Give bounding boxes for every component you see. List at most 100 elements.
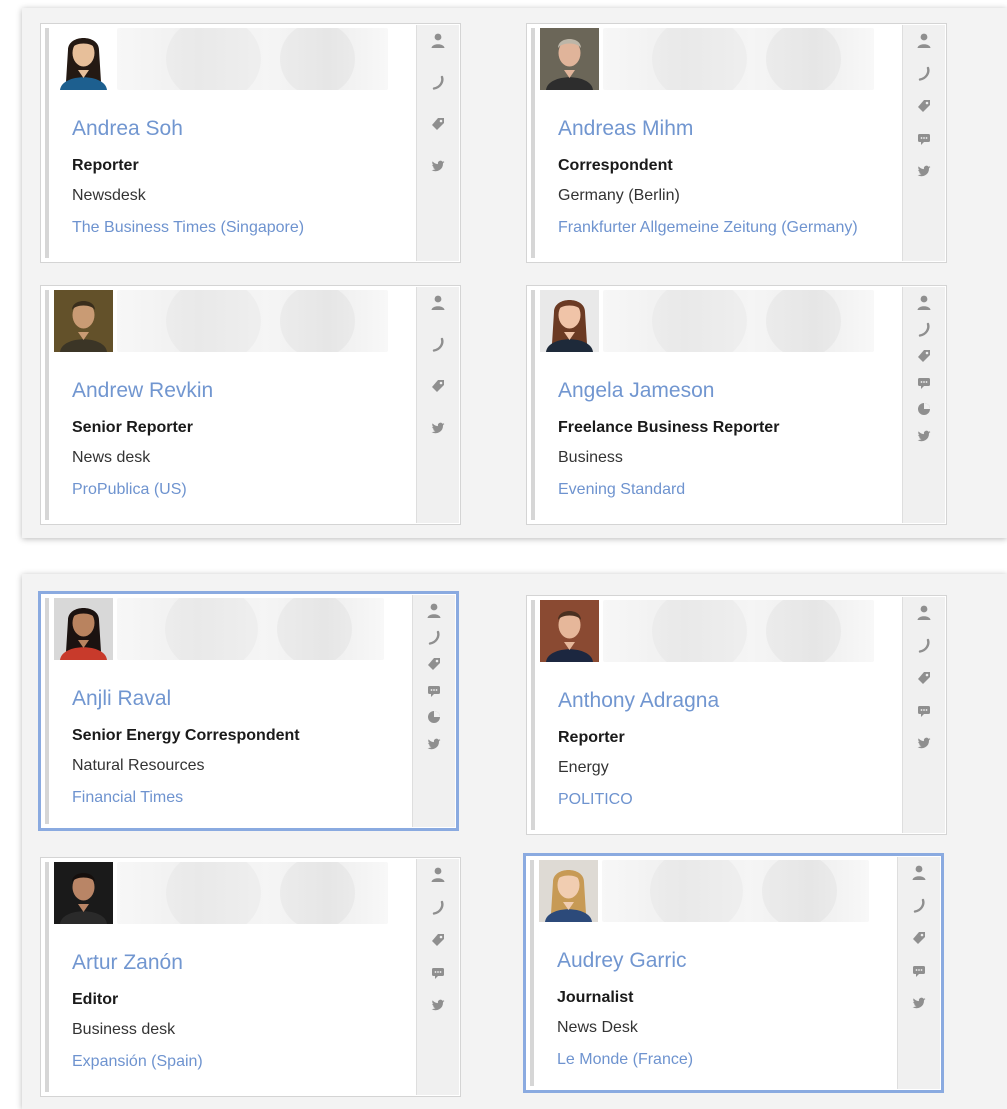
contact-card[interactable]: Andrew Revkin Senior Reporter News desk … — [40, 285, 461, 525]
contact-department: Newsdesk — [72, 187, 146, 204]
phone-icon[interactable] — [914, 64, 934, 84]
contact-department: News desk — [72, 449, 151, 466]
tag-icon[interactable] — [424, 654, 444, 674]
twitter-icon[interactable] — [424, 734, 444, 754]
chat-icon[interactable] — [914, 701, 934, 721]
twitter-icon[interactable] — [428, 995, 448, 1015]
action-rail — [416, 859, 459, 1095]
action-rail — [902, 25, 945, 261]
contact-outlet-link[interactable]: Frankfurter Allgemeine Zeitung (Germany) — [558, 219, 858, 237]
phone-icon[interactable] — [914, 320, 934, 340]
contact-role: Senior Reporter — [72, 419, 193, 436]
contact-card[interactable]: Angela Jameson Freelance Business Report… — [526, 285, 947, 525]
chat-icon[interactable] — [914, 129, 934, 149]
contact-department: Energy — [558, 759, 609, 776]
avatar[interactable] — [54, 598, 113, 660]
cover-image — [603, 28, 874, 90]
contact-outlet-link[interactable]: The Business Times (Singapore) — [72, 219, 304, 237]
action-rail — [412, 595, 455, 827]
person-icon[interactable] — [909, 863, 929, 883]
contact-role: Editor — [72, 991, 119, 1008]
twitter-icon[interactable] — [914, 426, 934, 446]
cover-image — [602, 860, 869, 922]
tag-icon[interactable] — [914, 96, 934, 116]
person-icon[interactable] — [424, 601, 444, 621]
tag-icon[interactable] — [914, 668, 934, 688]
cover-image — [603, 290, 874, 352]
contact-name-link[interactable]: Anjli Raval — [72, 687, 171, 711]
card-accent-bar — [531, 28, 535, 258]
contact-department: Germany (Berlin) — [558, 187, 680, 204]
avatar[interactable] — [540, 600, 599, 662]
cover-image — [117, 598, 384, 660]
contact-name-link[interactable]: Angela Jameson — [558, 379, 714, 403]
cover-image — [117, 862, 388, 924]
contact-card[interactable]: Audrey Garric Journalist News Desk Le Mo… — [523, 853, 944, 1093]
phone-icon[interactable] — [428, 335, 448, 355]
contact-name-link[interactable]: Anthony Adragna — [558, 689, 719, 713]
contact-role: Senior Energy Correspondent — [72, 727, 300, 744]
action-rail — [897, 857, 940, 1089]
contact-name-link[interactable]: Andrea Soh — [72, 117, 183, 141]
person-icon[interactable] — [428, 293, 448, 313]
twitter-icon[interactable] — [428, 156, 448, 176]
avatar[interactable] — [54, 290, 113, 352]
twitter-icon[interactable] — [914, 161, 934, 181]
twitter-icon[interactable] — [914, 733, 934, 753]
chat-icon[interactable] — [909, 961, 929, 981]
card-accent-bar — [530, 860, 534, 1086]
chat-icon[interactable] — [424, 681, 444, 701]
contact-department: Natural Resources — [72, 757, 205, 774]
avatar[interactable] — [54, 28, 113, 90]
person-icon[interactable] — [914, 603, 934, 623]
twitter-icon[interactable] — [428, 418, 448, 438]
chat-icon[interactable] — [428, 963, 448, 983]
tag-icon[interactable] — [428, 114, 448, 134]
card-accent-bar — [531, 600, 535, 830]
contact-card[interactable]: Artur Zanón Editor Business desk Expansi… — [40, 857, 461, 1097]
tag-icon[interactable] — [428, 930, 448, 950]
tag-icon[interactable] — [428, 376, 448, 396]
contact-name-link[interactable]: Audrey Garric — [557, 949, 687, 973]
cover-image — [603, 600, 874, 662]
person-icon[interactable] — [428, 865, 448, 885]
contact-card[interactable]: Anthony Adragna Reporter Energy POLITICO — [526, 595, 947, 835]
contact-outlet-link[interactable]: Le Monde (France) — [557, 1051, 693, 1069]
phone-icon[interactable] — [914, 636, 934, 656]
contact-card[interactable]: Andrea Soh Reporter Newsdesk The Busines… — [40, 23, 461, 263]
contact-name-link[interactable]: Andrew Revkin — [72, 379, 213, 403]
phone-icon[interactable] — [424, 628, 444, 648]
avatar[interactable] — [540, 290, 599, 352]
contact-outlet-link[interactable]: Expansión (Spain) — [72, 1053, 203, 1071]
avatar[interactable] — [540, 28, 599, 90]
person-icon[interactable] — [428, 31, 448, 51]
contact-role: Freelance Business Reporter — [558, 419, 780, 436]
contact-name-link[interactable]: Andreas Mihm — [558, 117, 693, 141]
contact-outlet-link[interactable]: Financial Times — [72, 789, 183, 807]
tag-icon[interactable] — [909, 928, 929, 948]
tag-icon[interactable] — [914, 346, 934, 366]
contact-outlet-link[interactable]: Evening Standard — [558, 481, 685, 499]
contact-department: Business desk — [72, 1021, 176, 1038]
action-rail — [416, 25, 459, 261]
avatar[interactable] — [539, 860, 598, 922]
twitter-icon[interactable] — [909, 993, 929, 1013]
pie-chart-icon[interactable] — [424, 707, 444, 727]
person-icon[interactable] — [914, 293, 934, 313]
contact-role: Reporter — [558, 729, 625, 746]
contact-outlet-link[interactable]: POLITICO — [558, 791, 633, 809]
contact-card[interactable]: Andreas Mihm Correspondent Germany (Berl… — [526, 23, 947, 263]
action-rail — [416, 287, 459, 523]
pie-chart-icon[interactable] — [914, 399, 934, 419]
phone-icon[interactable] — [428, 898, 448, 918]
contact-outlet-link[interactable]: ProPublica (US) — [72, 481, 187, 499]
person-icon[interactable] — [914, 31, 934, 51]
contact-card[interactable]: Anjli Raval Senior Energy Correspondent … — [38, 591, 459, 831]
action-rail — [902, 287, 945, 523]
phone-icon[interactable] — [909, 896, 929, 916]
phone-icon[interactable] — [428, 73, 448, 93]
contact-name-link[interactable]: Artur Zanón — [72, 951, 183, 975]
chat-icon[interactable] — [914, 373, 934, 393]
card-accent-bar — [45, 862, 49, 1092]
avatar[interactable] — [54, 862, 113, 924]
